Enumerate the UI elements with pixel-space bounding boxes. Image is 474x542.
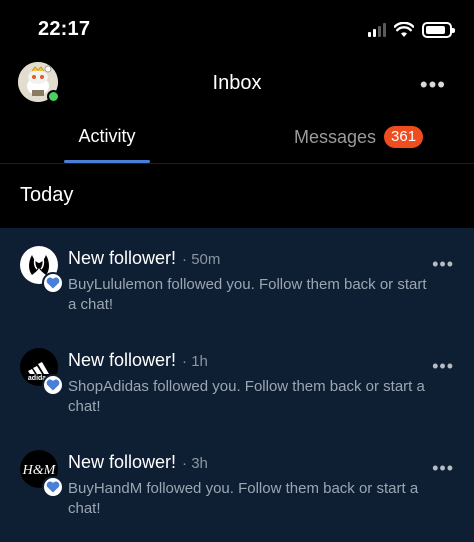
notification-more-icon[interactable]: ••• (432, 356, 454, 377)
tab-bar: Activity Messages 361 (0, 116, 474, 164)
notification-title-row: New follower! · 3h (68, 452, 208, 473)
notification-title: New follower! (68, 248, 177, 268)
notification-more-icon[interactable]: ••• (432, 458, 454, 479)
tab-messages[interactable]: Messages 361 (294, 126, 424, 148)
heart-icon (42, 476, 64, 498)
wifi-icon (394, 22, 414, 37)
notification-title: New follower! (68, 350, 177, 370)
notification-time: · 1h (182, 353, 208, 370)
tab-activity-label: Activity (78, 126, 136, 146)
header: Inbox ••• (0, 58, 474, 116)
notification-time: · 50m (182, 251, 221, 268)
status-bar: 22:17 (0, 0, 474, 58)
tab-messages-label: Messages (294, 126, 377, 147)
battery-icon (422, 22, 455, 38)
notification-list: New follower! · 50m BuyLululemon followe… (0, 228, 474, 542)
notification-body: ShopAdidas followed you. Follow them bac… (68, 378, 425, 415)
page-title: Inbox (212, 72, 262, 94)
notification-more-icon[interactable]: ••• (432, 254, 454, 275)
status-time: 22:17 (38, 18, 91, 40)
notification-title-row: New follower! · 1h (68, 350, 208, 371)
notification-title: New follower! (68, 452, 177, 472)
inbox-screen: 22:17 Inbox ••• Activity Messages 361 To… (0, 0, 474, 542)
messages-count-badge: 361 (384, 126, 424, 148)
cellular-signal-icon (368, 23, 386, 37)
active-tab-indicator (64, 160, 150, 163)
section-title: Today (20, 184, 74, 206)
notification-item[interactable]: adidas New follower! · 1h ShopAdidas fol… (0, 330, 474, 432)
notification-time: · 3h (182, 455, 208, 472)
more-options-icon[interactable]: ••• (420, 72, 446, 98)
heart-icon (42, 272, 64, 294)
notification-title-row: New follower! · 50m (68, 248, 220, 269)
notification-item[interactable]: H&M New follower! · 3h BuyHandM followed… (0, 432, 474, 534)
tab-activity[interactable]: Activity (0, 126, 214, 147)
notification-body: BuyHandM followed you. Follow them back … (68, 480, 419, 517)
notification-body: BuyLululemon followed you. Follow them b… (68, 276, 427, 313)
status-icons (368, 20, 455, 40)
heart-icon (42, 374, 64, 396)
notification-item[interactable]: New follower! · 50m BuyLululemon followe… (0, 228, 474, 330)
